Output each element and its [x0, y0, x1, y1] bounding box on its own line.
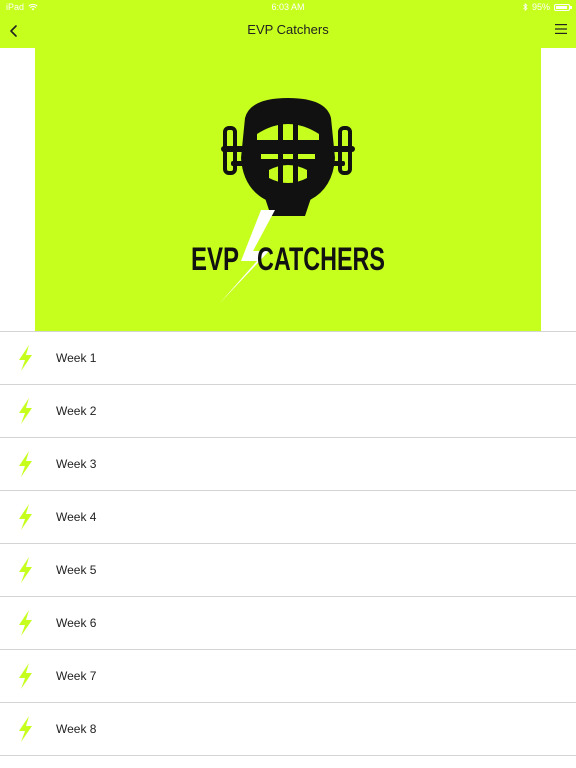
lightning-bolt-icon [19, 557, 32, 583]
week-label: Week 8 [56, 722, 97, 736]
app-screen: iPad 6:03 AM 95% EVP Catchers EVP CATCHE… [0, 0, 576, 768]
menu-button[interactable] [554, 22, 568, 36]
logo-graphic: EVP CATCHERS [191, 98, 385, 304]
list-item-week[interactable]: Week 4 [0, 490, 576, 543]
logo-text-left: EVP [191, 241, 239, 277]
week-label: Week 4 [56, 510, 97, 524]
battery-icon [554, 3, 572, 11]
list-item-week[interactable]: Week 5 [0, 543, 576, 596]
page-title: EVP Catchers [247, 22, 329, 37]
week-list: Week 1 Week 2 Week 3 Week 4 Week 5 Week … [0, 331, 576, 756]
logo-banner: EVP CATCHERS [35, 48, 541, 331]
status-time: 6:03 AM [271, 2, 305, 12]
week-label: Week 6 [56, 616, 97, 630]
hamburger-menu-icon [555, 24, 567, 34]
list-item-week[interactable]: Week 6 [0, 596, 576, 649]
bluetooth-icon [523, 3, 528, 11]
week-label: Week 5 [56, 563, 97, 577]
battery-fill [556, 5, 567, 9]
list-item-week[interactable]: Week 8 [0, 702, 576, 755]
lightning-bolt-icon [19, 345, 32, 371]
logo-text-right: CATCHERS [257, 241, 385, 277]
week-label: Week 7 [56, 669, 97, 683]
battery-percent: 95% [531, 2, 550, 12]
list-item-week[interactable]: Week 2 [0, 384, 576, 437]
list-item-week[interactable]: Week 3 [0, 437, 576, 490]
status-bar: iPad 6:03 AM 95% [0, 0, 576, 14]
lightning-bolt-icon [19, 663, 32, 689]
nav-bar: EVP Catchers [0, 14, 576, 48]
lightning-bolt-icon [19, 451, 32, 477]
list-item-week[interactable]: Week 7 [0, 649, 576, 702]
lightning-bolt-icon [19, 504, 32, 530]
list-item-week[interactable]: Week 1 [0, 331, 576, 384]
week-label: Week 3 [56, 457, 97, 471]
week-label: Week 1 [56, 351, 97, 365]
status-right: 95% [523, 2, 572, 12]
lightning-bolt-icon [19, 716, 32, 742]
lightning-bolt-icon [19, 398, 32, 424]
catcher-mask-icon [221, 98, 355, 216]
list-divider [0, 755, 576, 756]
week-label: Week 2 [56, 404, 97, 418]
lightning-bolt-icon [19, 610, 32, 636]
